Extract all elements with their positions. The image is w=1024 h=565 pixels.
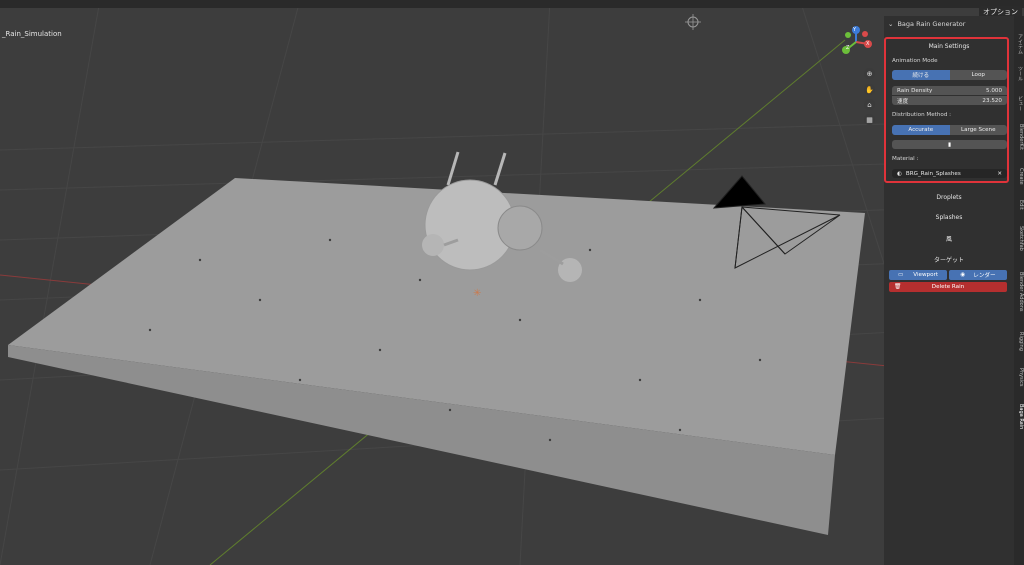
rain-density-value: 5.000	[985, 87, 1002, 94]
gizmo-y-label: Y	[853, 27, 857, 33]
material-sphere-icon: ◐	[897, 170, 902, 177]
zoom-icon[interactable]: ⊕	[864, 68, 875, 79]
render-button[interactable]: ◉ レンダー	[949, 270, 1007, 280]
vertical-tabs: アイテム ツール ビュー BlenderKit Create Edit Sket…	[1014, 16, 1024, 565]
delete-rain-button[interactable]: 🗑 Delete Rain	[889, 282, 1007, 292]
pan-hand-icon[interactable]: ✋	[864, 84, 875, 95]
viewport-button[interactable]: ▭ Viewport	[889, 270, 947, 280]
material-name: BRG_Rain_Splashes	[905, 170, 961, 177]
distribution-slider[interactable]: ▮	[892, 140, 1007, 149]
speed-label: 速度	[897, 98, 909, 105]
animation-mode-toggle[interactable]: 続ける Loop	[892, 70, 1007, 80]
animation-mode-loop[interactable]: Loop	[950, 70, 1008, 80]
chevron-down-icon: ⌄	[888, 20, 894, 28]
speed-value: 23.520	[982, 97, 1002, 104]
monitor-icon: ▭	[897, 272, 904, 278]
tab-create[interactable]: Create	[1014, 168, 1024, 185]
slider-handle-icon[interactable]: ▮	[892, 140, 1007, 149]
tab-item[interactable]: アイテム	[1014, 34, 1024, 54]
tab-baga-rain[interactable]: Baga Rain	[1014, 404, 1024, 429]
tab-blender-addons[interactable]: Blender Addons	[1014, 272, 1024, 311]
tab-tool[interactable]: ツール	[1014, 66, 1024, 81]
rain-density-field[interactable]: Rain Density 5.000	[892, 86, 1007, 95]
material-field[interactable]: ◐ BRG_Rain_Splashes ✕	[892, 169, 1007, 178]
tab-physics[interactable]: Physics	[1014, 368, 1024, 387]
close-icon[interactable]: ✕	[997, 171, 1002, 177]
wind-section[interactable]: 風	[884, 234, 1014, 243]
gizmo-z-label: Z	[846, 45, 850, 51]
top-header-bar	[0, 0, 1024, 8]
delete-rain-label: Delete Rain	[931, 284, 965, 290]
svg-text:✳: ✳	[473, 288, 481, 299]
gizmo-x-label: X	[866, 41, 870, 47]
splashes-section[interactable]: Splashes	[884, 214, 1014, 221]
tab-edit[interactable]: Edit	[1014, 200, 1024, 210]
rain-density-label: Rain Density	[897, 87, 933, 94]
animation-mode-continue[interactable]: 続ける	[892, 70, 950, 80]
distribution-large-scene[interactable]: Large Scene	[950, 125, 1008, 135]
trash-icon: 🗑	[894, 284, 902, 290]
tab-sketchfab[interactable]: Sketchfab	[1014, 226, 1024, 251]
render-button-label: レンダー	[973, 273, 996, 279]
animation-mode-label: Animation Mode	[892, 58, 938, 64]
distribution-method-label: Distribution Method :	[892, 112, 952, 118]
panel-header[interactable]: ⌄ Baga Rain Generator	[888, 20, 965, 28]
panel-title: Baga Rain Generator	[897, 20, 966, 28]
target-section[interactable]: ターゲット	[884, 255, 1014, 264]
tab-blenderkit[interactable]: BlenderKit	[1014, 124, 1024, 150]
distribution-method-toggle[interactable]: Accurate Large Scene	[892, 125, 1007, 135]
material-label: Material :	[892, 156, 919, 162]
viewport[interactable]: ✳ オプション _Rain_Simulation Y X Z ⊕ ✋ ⌂ ▦	[0, 0, 1024, 565]
grid-view-icon[interactable]: ▦	[864, 114, 875, 125]
camera-view-icon[interactable]: ⌂	[864, 99, 875, 110]
speed-field[interactable]: 速度 23.520	[892, 96, 1007, 105]
tab-rigging[interactable]: Rigging	[1014, 332, 1024, 351]
distribution-accurate[interactable]: Accurate	[892, 125, 950, 135]
scene-name: _Rain_Simulation	[2, 30, 62, 38]
main-settings-title: Main Settings	[928, 43, 970, 50]
droplets-section[interactable]: Droplets	[884, 194, 1014, 201]
viewport-button-label: Viewport	[913, 272, 939, 278]
tab-view[interactable]: ビュー	[1014, 96, 1024, 111]
camera-icon: ◉	[960, 272, 966, 278]
